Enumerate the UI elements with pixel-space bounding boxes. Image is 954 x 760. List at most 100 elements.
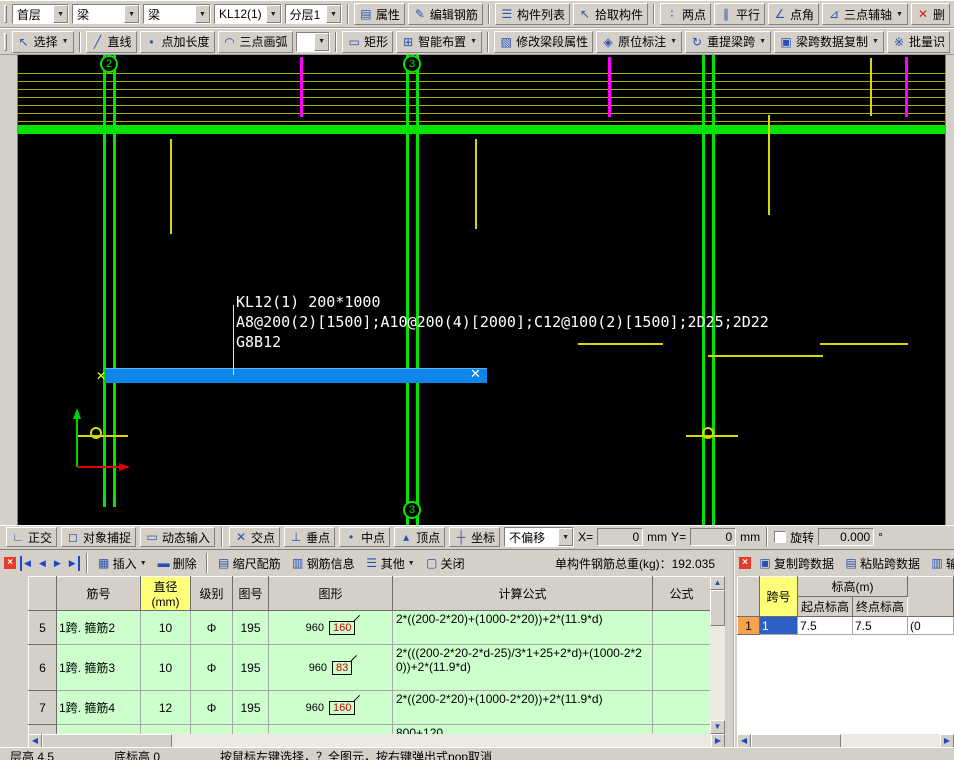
delete-row-button[interactable]: ▬ 删除 xyxy=(154,554,200,573)
picno-cell[interactable]: 195 xyxy=(233,611,269,645)
rectangle-button[interactable]: ▭ 矩形 xyxy=(342,31,393,53)
formula-cell[interactable]: 2*(((200-2*20-2*d-25)/3*1+25+2*d)+(1000-… xyxy=(393,645,653,691)
chevron-down-icon[interactable]: ▼ xyxy=(62,38,69,45)
element-combo[interactable]: KL12(1) ▼ xyxy=(214,4,282,24)
chevron-down-icon[interactable]: ▼ xyxy=(326,5,341,23)
re-extract-span-button[interactable]: ↻ 重提梁跨 ▼ xyxy=(685,31,771,53)
y-input[interactable]: 0 xyxy=(690,528,736,546)
type-combo[interactable]: 梁 ▼ xyxy=(143,4,211,24)
chevron-down-icon[interactable]: ▼ xyxy=(140,560,147,567)
chevron-down-icon[interactable]: ▼ xyxy=(408,560,415,567)
edit-rebar-button[interactable]: ✎ 编辑钢筋 xyxy=(408,3,483,25)
row-number-cell[interactable]: 1 xyxy=(738,617,760,635)
coordinate-snap-toggle[interactable]: ┼ 坐标 xyxy=(449,527,500,547)
shape-cell[interactable]: 960 160 xyxy=(269,691,393,725)
formula2-cell[interactable] xyxy=(653,645,711,691)
scroll-right-icon[interactable]: ▶ xyxy=(940,734,954,747)
chevron-down-icon[interactable]: ▼ xyxy=(759,38,766,45)
rebar-info-button[interactable]: ▥ 钢筋信息 xyxy=(288,554,358,573)
nav-prev-button[interactable]: ◀ xyxy=(37,556,48,571)
chevron-down-icon[interactable]: ▼ xyxy=(470,38,477,45)
chevron-down-icon[interactable]: ▼ xyxy=(266,5,281,23)
floor-combo[interactable]: 首层 ▼ xyxy=(12,4,69,24)
diameter-cell[interactable]: 10 xyxy=(141,645,191,691)
nav-last-button[interactable]: ▶ xyxy=(67,556,80,571)
scroll-left-icon[interactable]: ◀ xyxy=(28,734,42,747)
nav-next-button[interactable]: ▶ xyxy=(52,556,63,571)
diameter-cell[interactable]: 10 xyxy=(141,611,191,645)
close-icon[interactable]: × xyxy=(739,557,751,569)
component-list-button[interactable]: ☰ 构件列表 xyxy=(495,3,570,25)
formula-cell[interactable]: 2*((200-2*20)+(1000-2*20))+2*(11.9*d) xyxy=(393,691,653,725)
copy-span-data-button[interactable]: ▣ 复制跨数据 xyxy=(755,554,837,573)
category-combo[interactable]: 梁 ▼ xyxy=(72,4,140,24)
chevron-down-icon[interactable]: ▼ xyxy=(670,38,677,45)
toolbar-grip[interactable] xyxy=(4,33,7,51)
shape-cell[interactable]: 960 83 xyxy=(269,645,393,691)
arc-mode-combo[interactable]: ▼ xyxy=(296,32,331,52)
selected-beam[interactable] xyxy=(105,368,487,383)
scroll-left-icon[interactable]: ◀ xyxy=(737,734,751,747)
row-number-cell[interactable]: 5 xyxy=(29,611,57,645)
point-length-button[interactable]: • 点加长度 xyxy=(140,31,215,53)
point-angle-button[interactable]: ∠ 点角 xyxy=(768,3,819,25)
offset-mode-combo[interactable]: 不偏移 ▼ xyxy=(504,527,574,547)
select-button[interactable]: ↖ 选择 ▼ xyxy=(12,31,74,53)
span-number-cell[interactable]: 1 xyxy=(760,617,798,635)
formula2-cell[interactable] xyxy=(653,691,711,725)
two-point-button[interactable]: ∶ 两点 xyxy=(660,3,711,25)
scroll-thumb[interactable] xyxy=(751,734,841,747)
level-cell[interactable]: Φ xyxy=(191,645,233,691)
row-number-cell[interactable]: 6 xyxy=(29,645,57,691)
axis-bubble-top-mid[interactable]: 3 xyxy=(403,55,421,73)
smart-layout-button[interactable]: ⊞ 智能布置 ▼ xyxy=(396,31,482,53)
toolbar-grip[interactable] xyxy=(4,5,7,23)
insitu-annotation-button[interactable]: ◈ 原位标注 ▼ xyxy=(596,31,682,53)
shape-cell[interactable]: 960 160 xyxy=(269,611,393,645)
rebar-table-vscrollbar[interactable]: ▲ ▼ xyxy=(710,576,725,734)
properties-button[interactable]: ▤ 属性 xyxy=(354,3,405,25)
grid-beam-horizontal[interactable] xyxy=(18,125,945,134)
input-button[interactable]: ▥ 输入 xyxy=(927,554,954,573)
picno-cell[interactable]: 195 xyxy=(233,691,269,725)
batch-identify-button[interactable]: ※ 批量识 xyxy=(887,31,950,53)
intersection-snap-toggle[interactable]: ✕ 交点 xyxy=(229,527,280,547)
chevron-down-icon[interactable]: ▼ xyxy=(896,11,903,18)
rebar-name-cell[interactable]: 1跨. 箍筋4 xyxy=(57,691,141,725)
rebar-table-hscrollbar[interactable]: ◀ ▶ xyxy=(28,734,725,747)
scroll-track[interactable] xyxy=(172,734,711,747)
nav-first-button[interactable]: ◀ xyxy=(20,556,33,571)
vertex-snap-toggle[interactable]: ▴ 顶点 xyxy=(394,527,445,547)
scroll-up-icon[interactable]: ▲ xyxy=(710,576,725,590)
rotate-angle-input[interactable]: 0.000 xyxy=(818,528,874,546)
level-cell[interactable]: Φ xyxy=(191,691,233,725)
close-panel-button[interactable]: ▢ 关闭 xyxy=(422,554,468,573)
other-menu-button[interactable]: ☰ 其他 ▼ xyxy=(362,554,418,573)
chevron-down-icon[interactable]: ▼ xyxy=(314,33,329,51)
scroll-track[interactable] xyxy=(841,734,940,747)
chevron-down-icon[interactable]: ▼ xyxy=(558,528,573,546)
rebar-name-cell[interactable]: 1跨. 箍筋2 xyxy=(57,611,141,645)
chevron-down-icon[interactable]: ▼ xyxy=(195,5,210,23)
perpendicular-snap-toggle[interactable]: ⊥ 垂点 xyxy=(284,527,335,547)
scroll-down-icon[interactable]: ▼ xyxy=(710,720,725,734)
chevron-down-icon[interactable]: ▼ xyxy=(872,38,879,45)
pick-component-button[interactable]: ↖ 拾取构件 xyxy=(573,3,648,25)
column-axis-3[interactable] xyxy=(406,55,419,525)
midpoint-snap-toggle[interactable]: • 中点 xyxy=(339,527,390,547)
scroll-right-icon[interactable]: ▶ xyxy=(711,734,725,747)
close-icon[interactable]: × xyxy=(4,557,16,569)
axis-bubble-bottom[interactable]: 3 xyxy=(403,501,421,519)
three-point-axis-button[interactable]: ⊿ 三点辅轴 ▼ xyxy=(822,3,908,25)
paste-span-data-button[interactable]: ▤ 粘贴跨数据 xyxy=(841,554,923,573)
scroll-thumb[interactable] xyxy=(42,734,172,747)
picno-cell[interactable]: 195 xyxy=(233,645,269,691)
formula-cell[interactable]: 2*((200-2*20)+(1000-2*20))+2*(11.9*d) xyxy=(393,611,653,645)
insert-row-button[interactable]: ▦ 插入 ▼ xyxy=(94,554,150,573)
x-input[interactable]: 0 xyxy=(597,528,643,546)
three-point-arc-button[interactable]: ◠ 三点画弧 xyxy=(218,31,293,53)
row-number-cell[interactable]: 7 xyxy=(29,691,57,725)
object-snap-toggle[interactable]: ◻ 对象捕捉 xyxy=(61,527,136,547)
chevron-down-icon[interactable]: ▼ xyxy=(53,5,68,23)
clipped-cell[interactable]: (0 xyxy=(908,617,954,635)
